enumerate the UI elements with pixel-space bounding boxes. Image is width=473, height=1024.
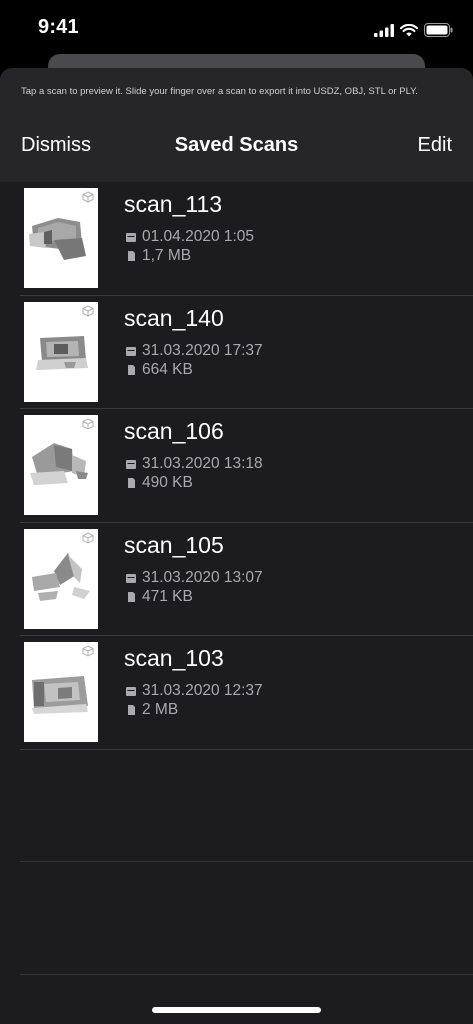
cube-icon	[82, 191, 94, 203]
scan-row[interactable]: scan_105 31.03.2020 13:07 471 KB	[0, 523, 473, 637]
cube-icon	[82, 531, 94, 544]
scan-date: 01.04.2020 1:05	[126, 228, 254, 246]
calendar-icon	[126, 460, 136, 469]
scan-date-text: 31.03.2020 17:37	[142, 341, 263, 359]
scan-row[interactable]: scan_106 31.03.2020 13:18 490 KB	[0, 409, 473, 523]
scan-row[interactable]: scan_140 31.03.2020 17:37 664 KB	[0, 296, 473, 410]
status-icons	[374, 20, 453, 40]
scan-name: scan_103	[124, 645, 224, 671]
cube-icon	[82, 304, 94, 317]
scan-row[interactable]: scan_113 01.04.2020 1:05 1,7 MB	[0, 182, 473, 296]
home-indicator[interactable]	[152, 1007, 321, 1013]
scan-size-text: 664 KB	[142, 360, 193, 378]
scan-size-text: 490 KB	[142, 474, 193, 491]
scan-thumbnail	[24, 528, 98, 629]
scan-size-text: 471 KB	[142, 587, 193, 605]
empty-row-separator	[20, 861, 473, 862]
battery-icon	[424, 23, 453, 37]
calendar-icon	[126, 346, 136, 356]
scan-size: 1,7 MB	[126, 247, 191, 265]
calendar-icon	[126, 573, 136, 583]
scan-list: scan_113 01.04.2020 1:05 1,7 MB scan_140…	[0, 182, 473, 750]
cube-icon	[82, 645, 94, 657]
scan-thumbnail	[24, 301, 98, 402]
scan-thumbnail	[24, 642, 98, 742]
scan-name: scan_105	[124, 531, 224, 558]
cube-icon	[82, 418, 94, 430]
cellular-signal-icon	[374, 23, 394, 37]
scan-date: 31.03.2020 17:37	[126, 342, 263, 360]
scan-name: scan_140	[124, 304, 224, 331]
scan-name: scan_106	[124, 418, 224, 444]
scan-size: 2 MB	[126, 701, 178, 719]
calendar-icon	[126, 687, 136, 696]
scan-name: scan_113	[124, 191, 223, 217]
file-icon	[128, 591, 135, 602]
screen: 9:41 Tap a scan to preview it. Slide you…	[0, 0, 473, 1024]
scan-size: 490 KB	[126, 474, 193, 492]
calendar-icon	[126, 233, 136, 242]
scan-size: 471 KB	[126, 588, 193, 606]
scan-row[interactable]: scan_103 31.03.2020 12:37 2 MB	[0, 636, 473, 750]
scan-date: 31.03.2020 13:18	[126, 455, 263, 473]
hint-text: Tap a scan to preview it. Slide your fin…	[21, 86, 418, 97]
empty-row-separator	[20, 974, 473, 975]
scan-size: 664 KB	[126, 361, 193, 379]
file-icon	[128, 478, 135, 488]
edit-button[interactable]: Edit	[418, 134, 452, 157]
file-icon	[128, 364, 135, 375]
sheet-header: Tap a scan to preview it. Slide your fin…	[0, 68, 473, 182]
scan-date-text: 31.03.2020 13:18	[142, 455, 263, 472]
scan-size-text: 1,7 MB	[142, 247, 192, 264]
saved-scans-sheet: Tap a scan to preview it. Slide your fin…	[0, 68, 473, 1024]
status-time: 9:41	[38, 16, 79, 38]
page-title: Saved Scans	[174, 134, 299, 156]
file-icon	[128, 251, 135, 261]
scan-date: 31.03.2020 12:37	[126, 682, 263, 700]
file-icon	[128, 705, 135, 715]
scan-date: 31.03.2020 13:07	[126, 569, 263, 587]
scan-thumbnail	[24, 415, 98, 515]
scan-date-text: 31.03.2020 12:37	[142, 682, 263, 699]
scan-size-text: 2 MB	[142, 701, 179, 718]
scan-date-text: 31.03.2020 13:07	[142, 568, 263, 586]
wifi-icon	[400, 23, 418, 36]
status-bar: 9:41	[0, 0, 473, 58]
scan-date-text: 01.04.2020 1:05	[142, 228, 255, 245]
scan-thumbnail	[24, 188, 98, 288]
